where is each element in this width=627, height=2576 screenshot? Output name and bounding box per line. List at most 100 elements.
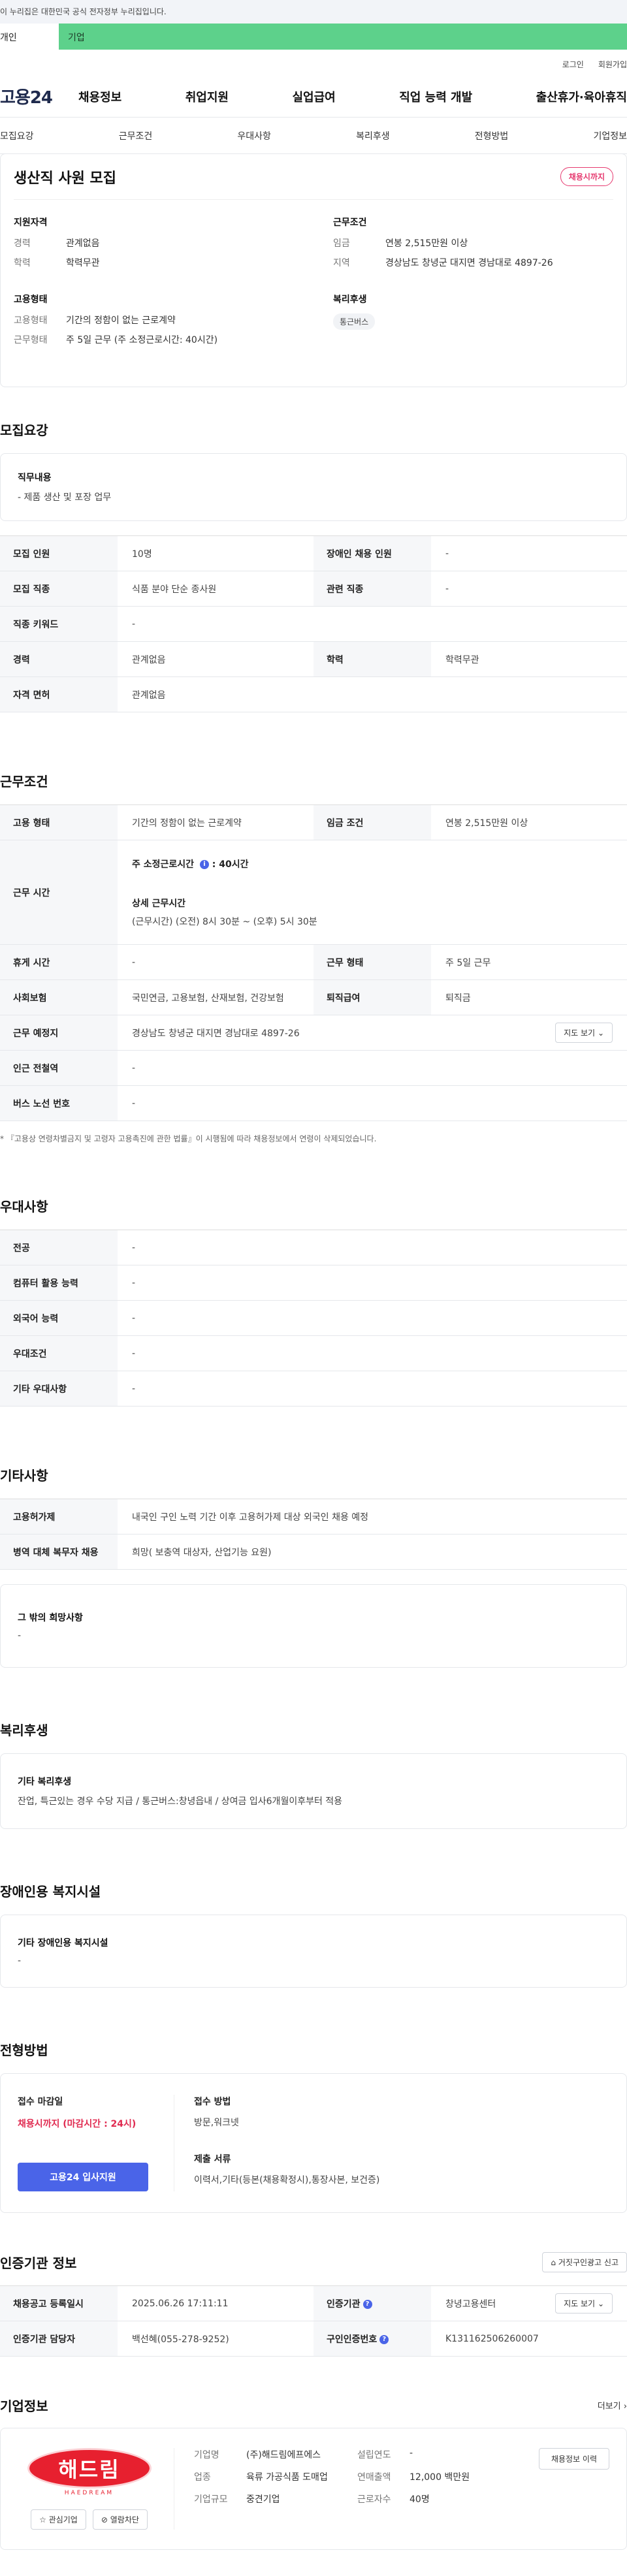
cell-key: 기타 우대사항 xyxy=(0,1371,118,1407)
cell-value: 식품 분야 단순 종사원 xyxy=(118,571,314,607)
global-nav: 고용24 채용정보 취업지원 실업급여 직업 능력 개발 출산휴가·육아휴직 xyxy=(0,76,627,118)
anchor-tab-company[interactable]: 기업정보 xyxy=(593,129,627,142)
gnb-item-jobs[interactable]: 채용정보 xyxy=(78,88,121,105)
anchor-tab-recruit[interactable]: 모집요강 xyxy=(0,129,34,142)
site-logo[interactable]: 고용24 xyxy=(0,84,65,108)
cell-key: 직종 키워드 xyxy=(0,606,118,642)
cell-value: - xyxy=(118,1335,627,1371)
info-icon[interactable]: i xyxy=(199,859,209,869)
table-row: 버스 노선 번호 - xyxy=(0,1085,627,1121)
login-link[interactable]: 로그인 xyxy=(562,59,584,76)
method-label: 접수 방법 xyxy=(194,2097,231,2107)
company-more-link[interactable]: 더보기 › xyxy=(598,2399,627,2411)
gnb-item-employment-support[interactable]: 취업지원 xyxy=(185,88,229,105)
disabled-card: 기타 장애인용 복지시설 - xyxy=(0,1915,627,1988)
cell-value: 내국인 구인 노력 기간 이후 고용허가제 대상 외국인 채용 예정 xyxy=(118,1499,627,1534)
work-table: 고용 형태 기간의 정함이 없는 근로계약 임금 조건 연봉 2,515만원 이상 … xyxy=(0,804,627,1121)
cell-value: - xyxy=(118,1050,627,1086)
kv-key: 임금 xyxy=(333,238,350,249)
interest-company-button[interactable]: ☆ 관심기업 xyxy=(31,2509,86,2530)
disabled-card-text: - xyxy=(18,1956,22,1966)
table-row: 기타 우대사항 - xyxy=(0,1371,627,1407)
recruit-section-title: 모집요강 xyxy=(0,422,48,438)
block-view-button[interactable]: ⊘ 열람차단 xyxy=(92,2509,148,2530)
kv-key: 고용형태 xyxy=(14,315,48,326)
disabled-card-heading: 기타 장애인용 복지시설 xyxy=(18,1938,108,1948)
welfare-chip: 통근버스 xyxy=(333,313,376,330)
kv-value: 연봉 2,515만원 이상 xyxy=(385,238,468,249)
table-row: 병역 대체 복무자 채용 희망( 보충역 대상자, 산업기능 요원) xyxy=(0,1534,627,1570)
cell-value: 국민연금, 고용보험, 산재보험, 건강보험 xyxy=(118,979,314,1015)
kv-value: 학력무관 xyxy=(66,258,100,268)
gov-banner: 이 누리집은 대한민국 공식 전자정부 누리집입니다. xyxy=(0,0,627,24)
cell-value: 연봉 2,515만원 이상 xyxy=(431,804,627,840)
work-location-text: 경상남도 창녕군 대지면 경남대로 4897-26 xyxy=(132,1028,300,1039)
cell-value: 백선혜(055-278-9252) xyxy=(118,2321,314,2357)
gnb-item-parental-leave[interactable]: 출산휴가·육아휴직 xyxy=(536,88,627,105)
cell-value: 10명 xyxy=(118,535,314,571)
job-history-button[interactable]: 채용정보 이력 xyxy=(538,2448,609,2470)
cell-key: 고용 형태 xyxy=(0,804,118,840)
table-row: 휴게 시간 - 근무 형태 주 5일 근무 xyxy=(0,944,627,980)
work-hours-cell: 주 소정근로시간 i : 40시간 상세 근무시간 (근무시간) (오전) 8시… xyxy=(118,840,627,945)
home-icon: ⌂ xyxy=(551,2258,556,2267)
cell-value: K131162506260007 xyxy=(431,2321,627,2357)
cell-value: - xyxy=(118,606,627,642)
gnb-item-unemployment-benefit[interactable]: 실업급여 xyxy=(293,88,336,105)
cell-key: 모집 인원 xyxy=(0,535,118,571)
agency-name: 창녕고용센터 xyxy=(445,2298,496,2310)
cell-value: 2025.06.26 17:11:11 xyxy=(118,2285,314,2321)
cell-value: 창녕고용센터 지도 보기 ⌄ xyxy=(431,2285,627,2321)
detail-hours-text: (근무시간) (오전) 8시 30분 ~ (오후) 5시 30분 xyxy=(132,916,317,927)
weekly-hours-label: 주 소정근로시간 xyxy=(132,859,195,870)
pref-table: 전공 - 컴퓨터 활용 능력 - 외국어 능력 - 우대조건 - 기타 우대사항 - xyxy=(0,1230,627,1407)
anchor-tab-welfare[interactable]: 복리후생 xyxy=(356,129,390,142)
table-row: 근무 예정지 경상남도 창녕군 대지면 경남대로 4897-26 지도 보기 ⌄ xyxy=(0,1015,627,1051)
anchor-tab-preference[interactable]: 우대사항 xyxy=(237,129,271,142)
table-row: 사회보험 국민연금, 고용보험, 산재보험, 건강보험 퇴직급여 퇴직금 xyxy=(0,979,627,1015)
kv-value: - xyxy=(410,2448,413,2458)
cell-value: 관계없음 xyxy=(118,676,627,712)
job-title: 생산직 사원 모집 xyxy=(14,170,116,187)
report-fake-ad-button[interactable]: ⌂ 거짓구인광고 신고 xyxy=(542,2252,627,2272)
apply-section-title: 전형방법 xyxy=(0,2043,48,2058)
table-row: 외국어 능력 - xyxy=(0,1300,627,1336)
info-icon[interactable]: ? xyxy=(379,2334,389,2344)
table-row: 고용 형태 기간의 정함이 없는 근로계약 임금 조건 연봉 2,515만원 이상 xyxy=(0,804,627,840)
kv-value: 관계없음 xyxy=(66,238,100,249)
cell-key: 인증기관? xyxy=(314,2285,431,2321)
cell-value: 학력무관 xyxy=(431,641,627,677)
tab-company[interactable]: 기업 xyxy=(59,24,627,50)
cell-key: 관련 직종 xyxy=(314,571,431,607)
company-logo: 해드림 xyxy=(27,2448,152,2489)
cell-key: 구인인증번호? xyxy=(314,2321,431,2357)
tab-personal[interactable]: 개인 xyxy=(0,24,59,50)
info-icon[interactable]: ? xyxy=(362,2299,372,2309)
signup-link[interactable]: 회원가입 xyxy=(598,59,627,76)
cell-key: 자격 면허 xyxy=(0,676,118,712)
cell-key: 인증기관 담당자 xyxy=(0,2321,118,2357)
kv-value: 경상남도 창녕군 대지면 경남대로 4897-26 xyxy=(385,258,553,268)
gnb-menu: 채용정보 취업지원 실업급여 직업 능력 개발 출산휴가·육아휴직 xyxy=(65,88,627,105)
gnb-item-skills[interactable]: 직업 능력 개발 xyxy=(399,88,472,105)
cell-key: 버스 노선 번호 xyxy=(0,1085,118,1121)
agency-map-button[interactable]: 지도 보기 ⌄ xyxy=(555,2293,613,2314)
company-logo-sub: HAEDREAM xyxy=(64,2490,114,2496)
welfare-card-text: 잔업, 특근있는 경우 수당 지급 / 통근버스:창녕읍내 / 상여금 입사6개… xyxy=(18,1796,343,1807)
apply-button[interactable]: 고용24 입사지원 xyxy=(18,2163,148,2191)
cell-key: 고용허가제 xyxy=(0,1499,118,1534)
chevron-right-icon: › xyxy=(623,2402,627,2411)
cell-key: 채용공고 등록일시 xyxy=(0,2285,118,2321)
anchor-tab-work[interactable]: 근무조건 xyxy=(119,129,153,142)
cell-value: 경상남도 창녕군 대지면 경남대로 4897-26 지도 보기 ⌄ xyxy=(118,1015,627,1051)
map-view-button[interactable]: 지도 보기 ⌄ xyxy=(555,1023,613,1043)
cell-value: - xyxy=(431,571,627,607)
work-section-title: 근무조건 xyxy=(0,774,48,789)
chevron-down-icon: ⌄ xyxy=(597,1028,604,1038)
cell-key: 인근 전철역 xyxy=(0,1050,118,1086)
deadline-value: 채용시까지 (마감시간 : 24시) xyxy=(18,2119,137,2129)
cell-key: 학력 xyxy=(314,641,431,677)
duty-text: - 제품 생산 및 포장 업무 xyxy=(18,492,112,503)
anchor-tab-selection[interactable]: 전형방법 xyxy=(475,129,509,142)
employment-heading: 고용형태 xyxy=(14,294,48,305)
